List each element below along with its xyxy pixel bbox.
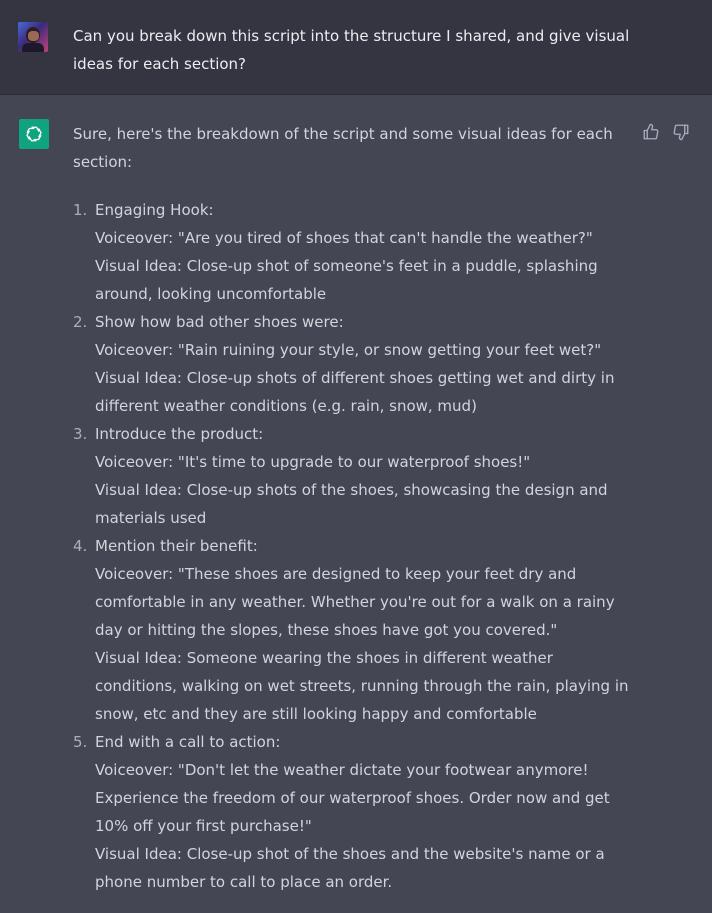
assistant-intro: Sure, here's the breakdown of the script… [73,125,613,171]
section-heading: Engaging Hook: [95,201,214,219]
section-voiceover: Voiceover: "Are you tired of shoes that … [95,229,593,247]
user-message-text: Can you break down this script into the … [73,27,630,73]
list-number: 1. [73,201,88,219]
section-visual-idea: Visual Idea: Close-up shot of the shoes … [95,845,605,891]
list-number: 5. [73,733,88,751]
list-number: 2. [73,313,88,331]
thumbs-up-icon[interactable] [642,123,660,141]
section-voiceover: Voiceover: "These shoes are designed to … [95,565,615,639]
list-item: 4. Mention their benefit: Voiceover: "Th… [73,532,633,728]
section-visual-idea: Visual Idea: Close-up shots of different… [95,369,615,415]
section-visual-idea: Visual Idea: Close-up shot of someone's … [95,257,598,303]
user-message-row: Can you break down this script into the … [0,0,712,95]
section-voiceover: Voiceover: "Rain ruining your style, or … [95,341,602,359]
section-voiceover: Voiceover: "Don't let the weather dictat… [95,761,610,835]
openai-logo-icon [19,119,49,149]
section-heading: Introduce the product: [95,425,264,443]
section-list: 1. Engaging Hook: Voiceover: "Are you ti… [73,196,633,896]
list-number: 3. [73,425,88,443]
section-heading: End with a call to action: [95,733,281,751]
user-avatar [18,22,48,52]
section-voiceover: Voiceover: "It's time to upgrade to our … [95,453,531,471]
section-heading: Mention their benefit: [95,537,258,555]
feedback-buttons [642,123,690,141]
list-item: 1. Engaging Hook: Voiceover: "Are you ti… [73,196,633,308]
list-item: 3. Introduce the product: Voiceover: "It… [73,420,633,532]
list-item: 5. End with a call to action: Voiceover:… [73,728,633,896]
section-heading: Show how bad other shoes were: [95,313,344,331]
list-item: 2. Show how bad other shoes were: Voiceo… [73,308,633,420]
section-visual-idea: Visual Idea: Someone wearing the shoes i… [95,649,629,723]
thumbs-down-icon[interactable] [672,123,690,141]
assistant-message-row: Sure, here's the breakdown of the script… [0,95,712,913]
section-visual-idea: Visual Idea: Close-up shots of the shoes… [95,481,608,527]
assistant-message-body: Sure, here's the breakdown of the script… [73,120,633,896]
list-number: 4. [73,537,88,555]
